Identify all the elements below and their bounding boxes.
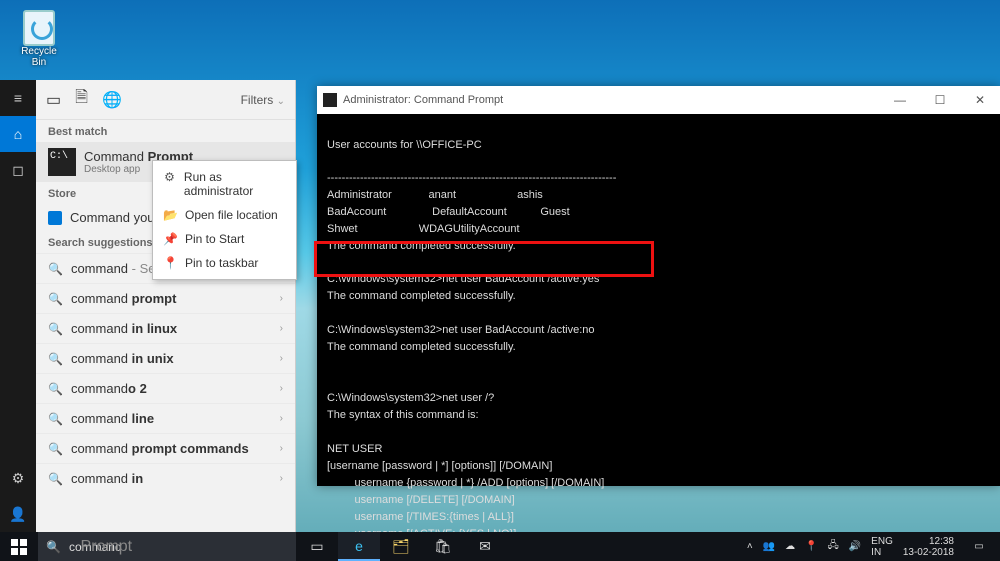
chevron-down-icon: ⌄ (277, 96, 285, 107)
results-topbar: ▭ 🗎 🌐 Filters ⌄ (36, 80, 295, 120)
taskbar: 🔍 Prompt ▭ e 🗂 🛍 ✉ ˄ 👥 ☁ 📍 🖧 🔊 ENGIN 12:… (0, 532, 1000, 561)
tray-overflow-icon[interactable]: ˄ (747, 541, 753, 552)
mail-app-icon[interactable]: ✉ (464, 532, 506, 561)
search-icon: 🔍 (48, 262, 63, 276)
store-app-icon[interactable]: 🛍 (422, 532, 464, 561)
cmd-title-text: Administrator: Command Prompt (343, 94, 503, 106)
suggestion-item[interactable]: 🔍command in› (36, 463, 295, 493)
minimize-button[interactable]: — (880, 86, 920, 114)
search-icon: 🔍 (48, 292, 63, 306)
chevron-right-icon: › (280, 293, 283, 304)
people-icon[interactable]: 👥 (763, 541, 775, 552)
filters-button[interactable]: Filters ⌄ (241, 93, 285, 107)
folder-icon: 📂 (163, 208, 177, 222)
search-icon: 🔍 (48, 472, 63, 486)
ctx-pin-to-taskbar[interactable]: 📍Pin to taskbar (153, 251, 296, 275)
taskbar-search-placeholder: Prompt (81, 538, 133, 556)
suggestion-item[interactable]: 🔍command line› (36, 403, 295, 433)
start-rail: ≡ ⌂ ◻ ⚙ 👤 (0, 80, 36, 532)
onedrive-icon[interactable]: ☁ (785, 541, 795, 552)
hamburger-icon[interactable]: ≡ (0, 80, 36, 116)
gear-icon[interactable]: ⚙ (0, 460, 36, 496)
context-menu: ⚙Run as administrator 📂Open file locatio… (152, 160, 297, 280)
network-icon[interactable]: 🖧 (828, 538, 839, 555)
pin-icon: 📌 (163, 232, 177, 246)
admin-icon: ⚙ (163, 170, 176, 184)
ctx-pin-to-start[interactable]: 📌Pin to Start (153, 227, 296, 251)
search-icon: 🔍 (46, 540, 61, 554)
chevron-right-icon: › (280, 443, 283, 454)
chevron-right-icon: › (280, 353, 283, 364)
location-icon[interactable]: 📍 (805, 541, 817, 552)
ctx-open-file-location[interactable]: 📂Open file location (153, 203, 296, 227)
suggestion-item[interactable]: 🔍command in unix› (36, 343, 295, 373)
store-item-label: Command your (70, 210, 159, 225)
system-tray: ˄ 👥 ☁ 📍 🖧 🔊 ENGIN 12:3813-02-2018 ▭ (747, 532, 1000, 561)
windows-icon (11, 539, 27, 555)
recent-icon[interactable]: ◻ (0, 152, 36, 188)
explorer-app-icon[interactable]: 🗂 (380, 532, 422, 561)
maximize-button[interactable]: ☐ (920, 86, 960, 114)
search-results-pane: ▭ 🗎 🌐 Filters ⌄ Best match C:\ Command P… (36, 80, 296, 532)
home-icon[interactable]: ⌂ (0, 116, 36, 152)
start-button[interactable] (0, 532, 38, 561)
documents-scope-icon[interactable]: 🗎 (75, 86, 88, 113)
recycle-bin-label: Recycle Bin (15, 46, 63, 68)
cmd-prompt-icon: C:\ (48, 148, 76, 176)
recycle-bin-icon (23, 10, 55, 46)
cmd-title-icon (323, 93, 337, 107)
search-icon: 🔍 (48, 352, 63, 366)
search-icon: 🔍 (48, 412, 63, 426)
suggestion-item[interactable]: 🔍command prompt commands› (36, 433, 295, 463)
cmd-body[interactable]: User accounts for \\OFFICE-PC ----------… (317, 114, 1000, 561)
search-icon: 🔍 (48, 322, 63, 336)
task-view-button[interactable]: ▭ (296, 532, 338, 561)
clock[interactable]: 12:3813-02-2018 (903, 536, 954, 558)
chevron-right-icon: › (280, 413, 283, 424)
volume-icon[interactable]: 🔊 (849, 541, 861, 552)
chevron-right-icon: › (280, 323, 283, 334)
chevron-right-icon: › (280, 473, 283, 484)
language-indicator[interactable]: ENGIN (871, 536, 893, 558)
suggestion-item[interactable]: 🔍commando 2› (36, 373, 295, 403)
apps-scope-icon[interactable]: ▭ (46, 90, 61, 110)
chevron-right-icon: › (280, 383, 283, 394)
action-center-icon[interactable]: ▭ (964, 532, 994, 561)
ctx-run-as-admin[interactable]: ⚙Run as administrator (153, 165, 296, 203)
store-app-icon (48, 211, 62, 225)
close-button[interactable]: ✕ (960, 86, 1000, 114)
suggestion-item[interactable]: 🔍command prompt› (36, 283, 295, 313)
taskbar-search[interactable]: 🔍 Prompt (38, 532, 296, 561)
pin-taskbar-icon: 📍 (163, 256, 177, 270)
cmd-titlebar[interactable]: Administrator: Command Prompt — ☐ ✕ (317, 86, 1000, 114)
search-icon: 🔍 (48, 442, 63, 456)
edge-app-icon[interactable]: e (338, 532, 380, 561)
web-scope-icon[interactable]: 🌐 (102, 90, 122, 110)
suggestion-item[interactable]: 🔍command in linux› (36, 313, 295, 343)
recycle-bin[interactable]: Recycle Bin (15, 10, 63, 68)
user-icon[interactable]: 👤 (0, 496, 36, 532)
desktop: Recycle Bin ≡ ⌂ ◻ ⚙ 👤 ▭ 🗎 🌐 Filters ⌄ Be… (0, 0, 1000, 561)
cmd-window[interactable]: Administrator: Command Prompt — ☐ ✕ User… (317, 86, 1000, 486)
best-match-header: Best match (36, 120, 295, 142)
highlight-box (314, 241, 654, 277)
search-icon: 🔍 (48, 382, 63, 396)
